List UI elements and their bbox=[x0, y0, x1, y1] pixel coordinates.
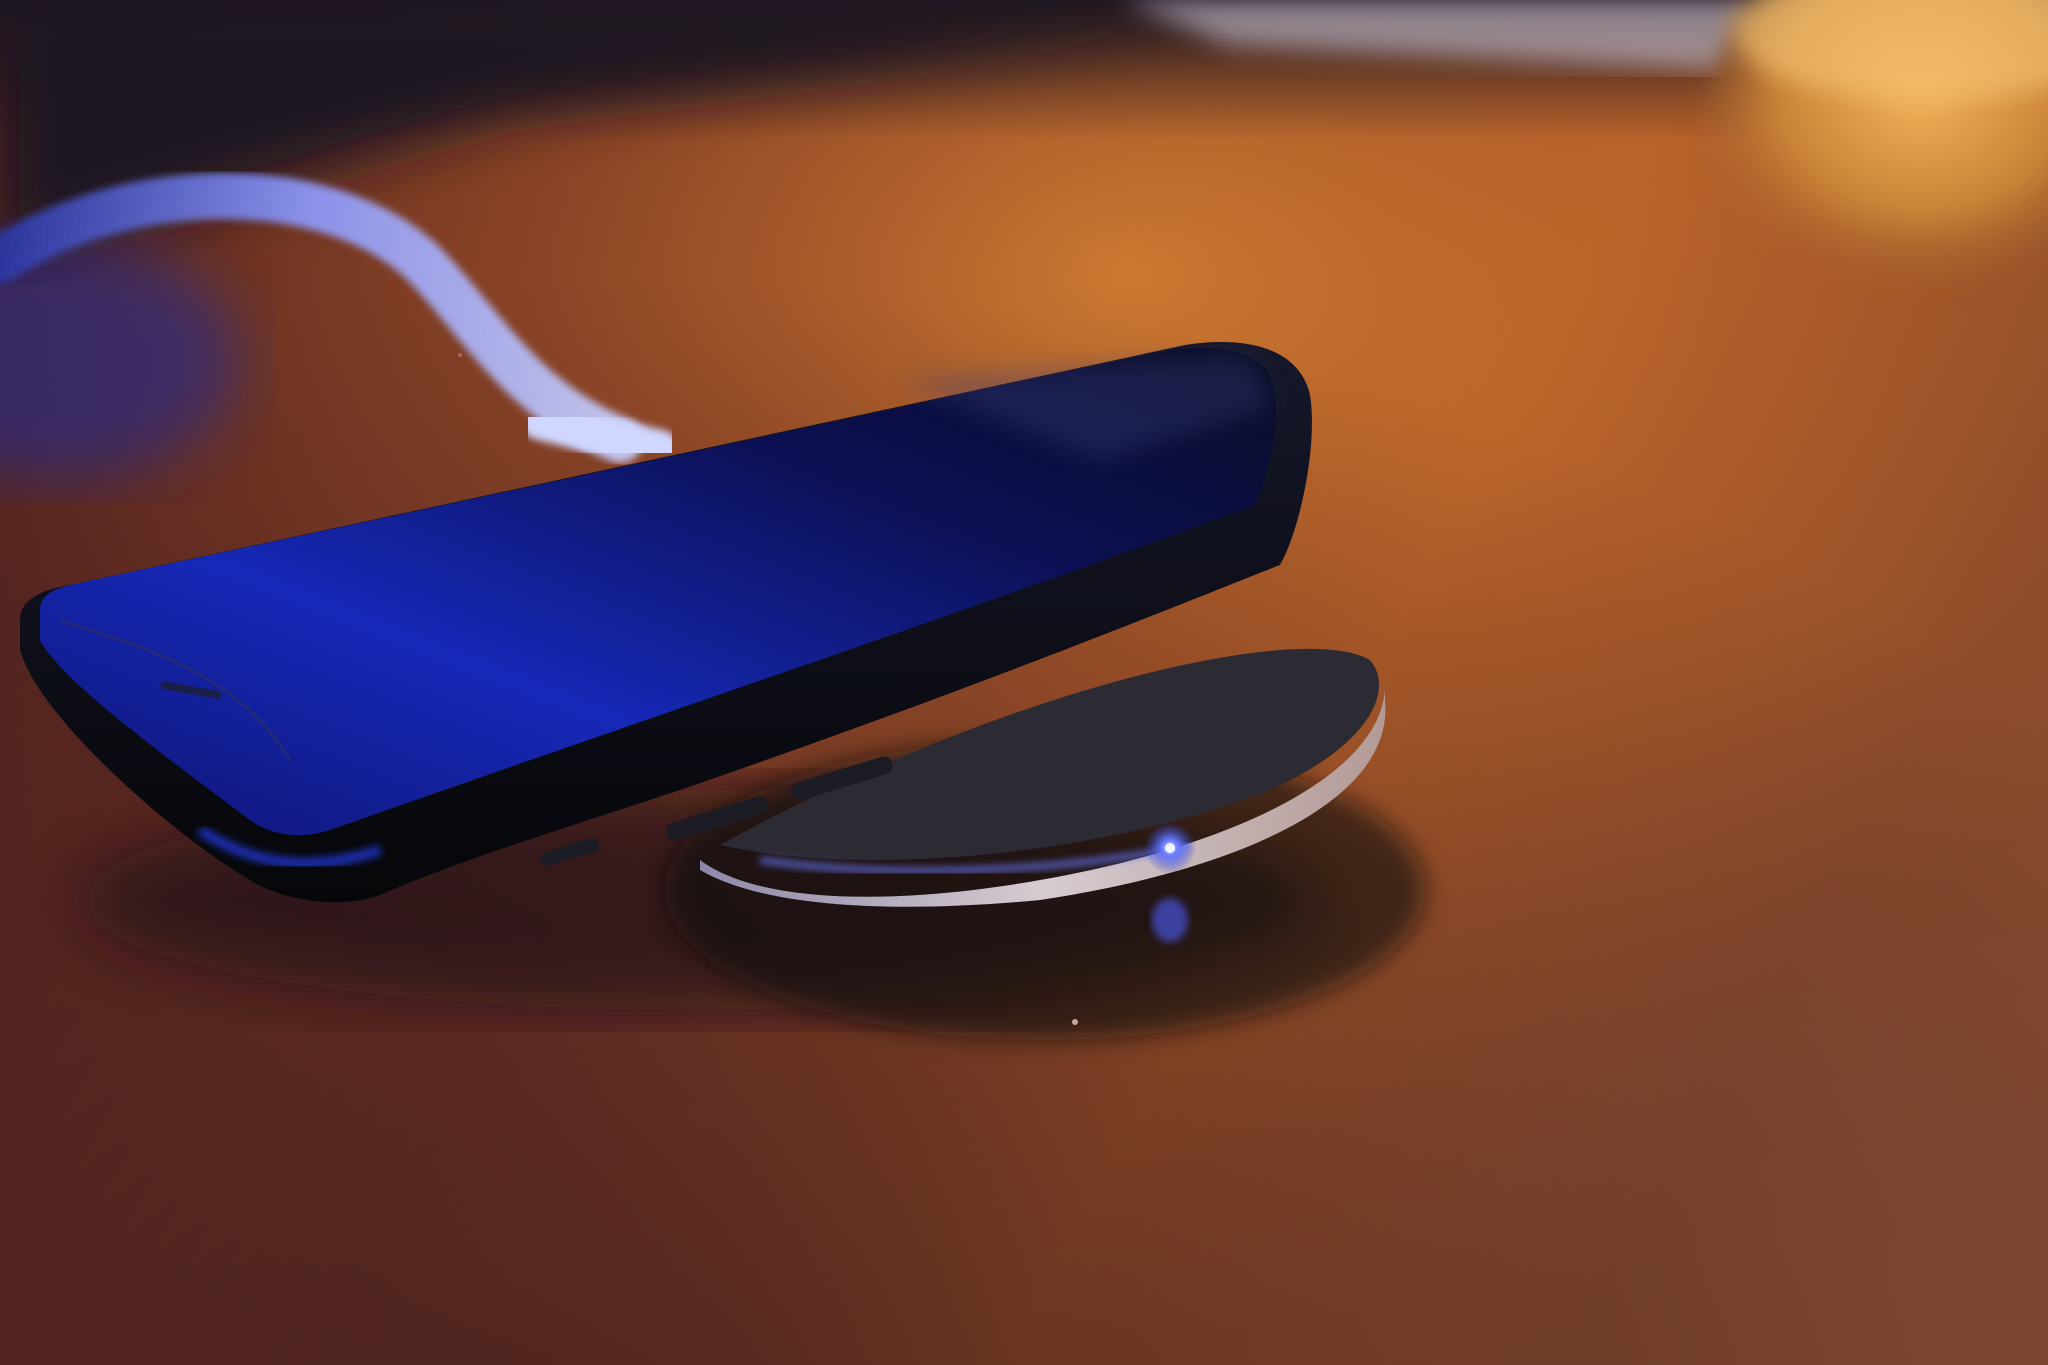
desk-speck bbox=[1072, 1019, 1078, 1025]
photo-scene bbox=[0, 0, 2048, 1365]
led-reflection bbox=[1152, 898, 1188, 942]
photo-canvas bbox=[0, 0, 2048, 1365]
charging-led-core bbox=[1165, 843, 1175, 853]
desk-speck bbox=[458, 353, 462, 357]
